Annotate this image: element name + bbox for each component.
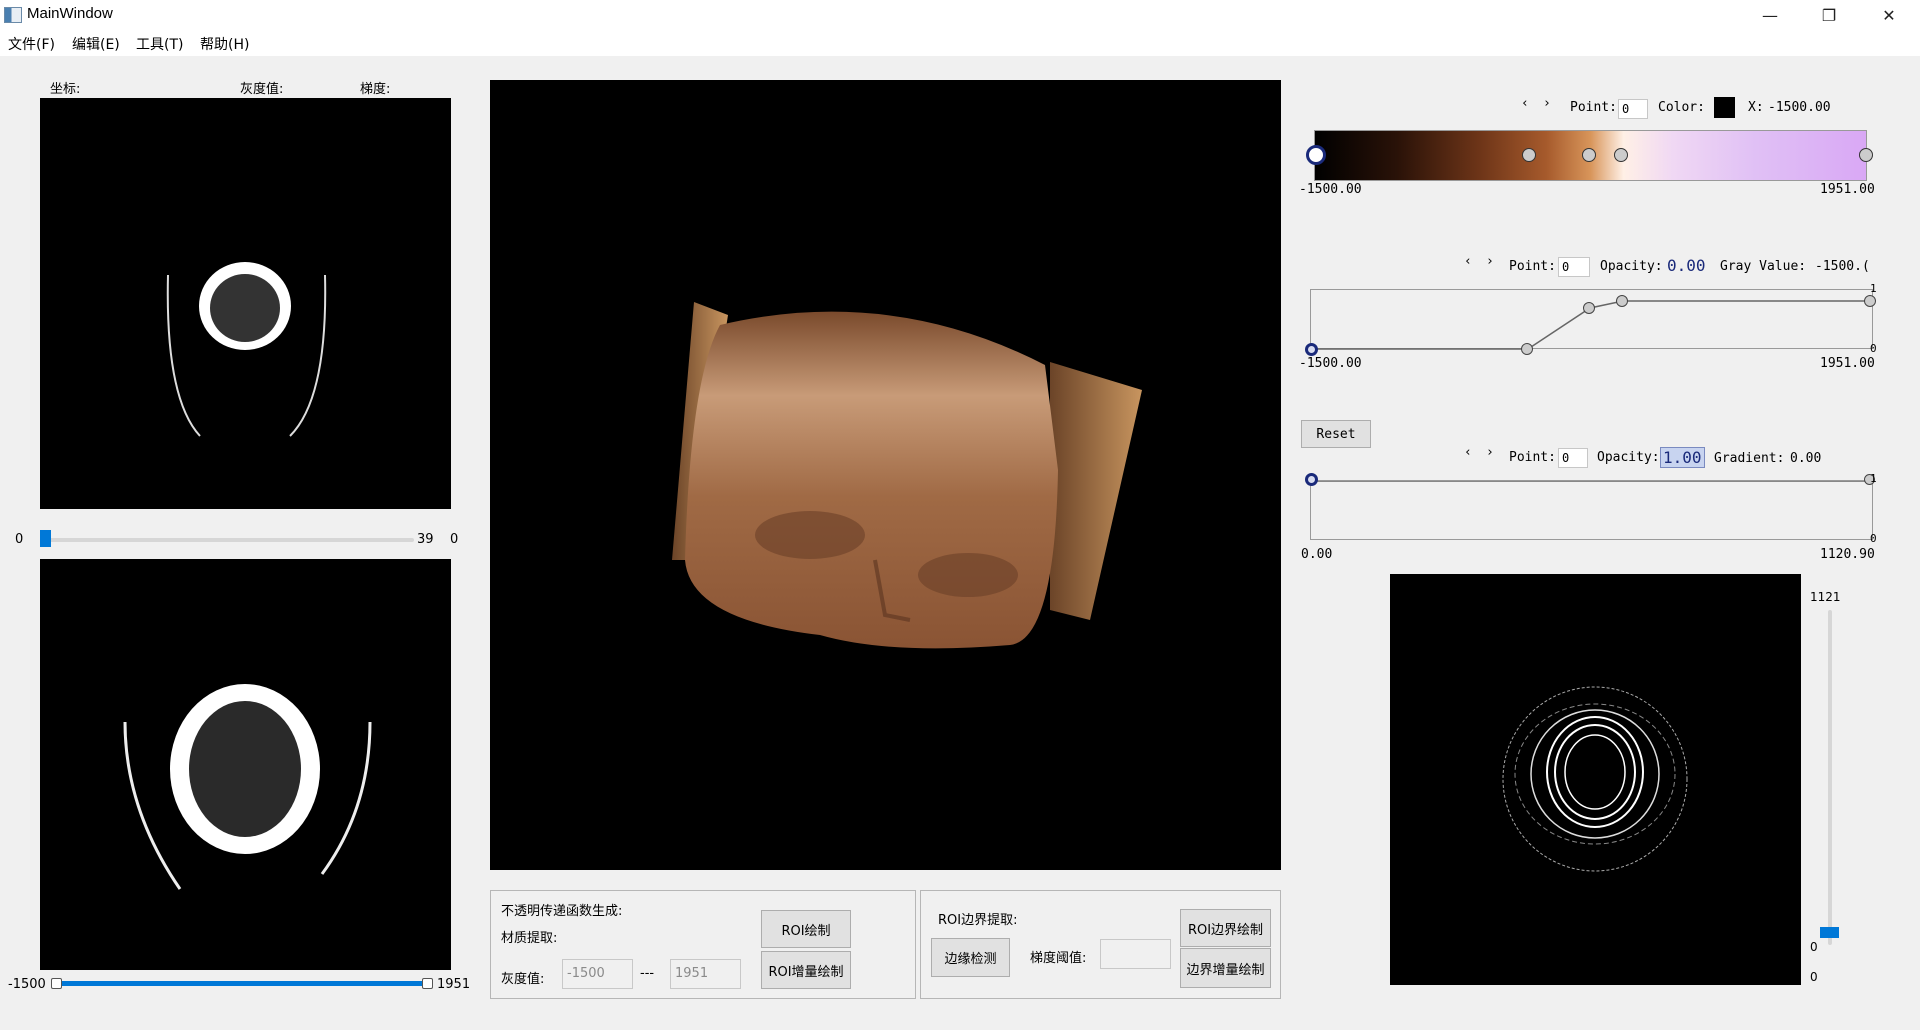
gray-max-input[interactable]: 1951 bbox=[670, 959, 741, 989]
gradient-threshold-input[interactable] bbox=[1100, 939, 1171, 969]
edge-detection-view[interactable] bbox=[1390, 574, 1801, 985]
opacity-group-title: 不透明传递函数生成: bbox=[501, 904, 623, 919]
range-separator: --- bbox=[640, 966, 655, 981]
material-extract-label: 材质提取: bbox=[501, 931, 558, 946]
menu-tools[interactable]: 工具(T) bbox=[136, 34, 183, 54]
color-prev-button[interactable]: ‹ bbox=[1521, 96, 1529, 111]
right-slider-min: 0 bbox=[1810, 970, 1818, 984]
opacity-value[interactable]: 0.00 bbox=[1667, 256, 1706, 275]
slice-slider-handle[interactable] bbox=[40, 530, 51, 547]
gray-value-label: 灰度值: bbox=[240, 82, 284, 97]
gradient-node-0[interactable] bbox=[1305, 473, 1318, 486]
color-node-2[interactable] bbox=[1582, 148, 1596, 162]
gray-min-input[interactable]: -1500 bbox=[562, 959, 633, 989]
boundary-group-title: ROI边界提取: bbox=[938, 913, 1018, 928]
opacity-node-0[interactable] bbox=[1305, 343, 1318, 356]
gradient-max-label: 1120.90 bbox=[1820, 547, 1875, 562]
color-max-label: 1951.00 bbox=[1820, 182, 1875, 197]
gradient-threshold-label: 梯度阈值: bbox=[1030, 951, 1087, 966]
gradient-min-label: 0.00 bbox=[1301, 547, 1333, 562]
gradient-next-button[interactable]: › bbox=[1486, 445, 1494, 460]
maximize-button[interactable]: ❐ bbox=[1806, 0, 1852, 30]
app-icon bbox=[4, 7, 22, 23]
gradient-point-spinbox[interactable]: 0 bbox=[1558, 448, 1588, 468]
close-button[interactable]: ✕ bbox=[1866, 0, 1912, 30]
range-slider-max: 1951 bbox=[437, 977, 471, 992]
gradient-label: Gradient: bbox=[1714, 451, 1785, 466]
color-node-4[interactable] bbox=[1859, 148, 1873, 162]
color-next-button[interactable]: › bbox=[1543, 96, 1551, 111]
slice-slider-track[interactable] bbox=[44, 538, 414, 542]
opacity-node-3[interactable] bbox=[1616, 295, 1628, 307]
menu-bar: 文件(F) 编辑(E) 工具(T) 帮助(H) bbox=[0, 30, 1920, 56]
color-node-0[interactable] bbox=[1306, 145, 1326, 165]
gradient-opacity-label: Opacity: bbox=[1597, 450, 1660, 465]
opacity-next-button[interactable]: › bbox=[1486, 254, 1494, 269]
opacity-gray-value: -1500.( bbox=[1815, 259, 1870, 274]
opacity-y-bottom: 0 bbox=[1870, 342, 1877, 355]
roi-draw-button[interactable]: ROI绘制 bbox=[761, 910, 851, 948]
range-slider-min: -1500 bbox=[8, 977, 46, 992]
axial-slice-view-bottom[interactable] bbox=[40, 559, 451, 970]
opacity-max-label: 1951.00 bbox=[1820, 356, 1875, 371]
color-node-1[interactable] bbox=[1522, 148, 1536, 162]
range-slider-max-handle[interactable] bbox=[422, 978, 433, 989]
opacity-y-top: 1 bbox=[1870, 282, 1877, 295]
opacity-point-label: Point: bbox=[1509, 259, 1556, 274]
opacity-curve-editor[interactable] bbox=[1310, 289, 1873, 350]
right-slider-handle[interactable] bbox=[1820, 927, 1839, 938]
edge-detect-button[interactable]: 边缘检测 bbox=[931, 938, 1010, 977]
color-x-value: -1500.00 bbox=[1768, 100, 1831, 115]
menu-edit[interactable]: 编辑(E) bbox=[72, 34, 120, 54]
minimize-button[interactable]: — bbox=[1747, 0, 1793, 30]
reset-button[interactable]: Reset bbox=[1301, 420, 1371, 448]
right-slider-track[interactable] bbox=[1828, 610, 1832, 945]
roi-boundary-draw-button[interactable]: ROI边界绘制 bbox=[1180, 909, 1271, 947]
color-x-label: X: bbox=[1748, 100, 1764, 115]
gradient-prev-button[interactable]: ‹ bbox=[1464, 445, 1472, 460]
roi-incremental-draw-button[interactable]: ROI增量绘制 bbox=[761, 951, 851, 989]
gradient-opacity-value[interactable]: 1.00 bbox=[1660, 447, 1705, 468]
right-slider-value: 0 bbox=[1810, 940, 1818, 954]
gradient-value: 0.00 bbox=[1790, 451, 1822, 466]
opacity-node-2[interactable] bbox=[1583, 302, 1595, 314]
gradient-y-bottom: 0 bbox=[1870, 532, 1877, 545]
right-slider-max: 1121 bbox=[1810, 590, 1841, 604]
opacity-prev-button[interactable]: ‹ bbox=[1464, 254, 1472, 269]
window-title: MainWindow bbox=[27, 5, 113, 22]
range-slider-min-handle[interactable] bbox=[51, 978, 62, 989]
slice-slider-value: 0 bbox=[450, 532, 459, 547]
title-bar: MainWindow — ❐ ✕ bbox=[0, 0, 1920, 30]
volume-render-view[interactable] bbox=[490, 80, 1281, 870]
color-node-3[interactable] bbox=[1614, 148, 1628, 162]
opacity-node-1[interactable] bbox=[1521, 343, 1533, 355]
gradient-label: 梯度: bbox=[360, 82, 391, 97]
opacity-label: Opacity: bbox=[1600, 259, 1663, 274]
color-point-spinbox[interactable]: 0 bbox=[1618, 99, 1648, 119]
opacity-point-spinbox[interactable]: 0 bbox=[1558, 257, 1590, 277]
range-slider-track[interactable] bbox=[56, 981, 429, 986]
color-point-label: Point: bbox=[1570, 100, 1617, 115]
coord-label: 坐标: bbox=[50, 82, 81, 97]
gradient-y-top: 1 bbox=[1870, 472, 1877, 485]
boundary-incremental-draw-button[interactable]: 边界增量绘制 bbox=[1180, 948, 1271, 988]
opacity-gray-label: Gray Value: bbox=[1720, 259, 1807, 274]
slice-slider-min: 0 bbox=[15, 532, 24, 547]
opacity-node-4[interactable] bbox=[1864, 295, 1876, 307]
gradient-curve-editor[interactable] bbox=[1310, 480, 1873, 540]
gradient-point-label: Point: bbox=[1509, 450, 1556, 465]
menu-help[interactable]: 帮助(H) bbox=[200, 34, 249, 54]
color-label: Color: bbox=[1658, 100, 1705, 115]
axial-slice-view-top[interactable] bbox=[40, 98, 451, 509]
color-min-label: -1500.00 bbox=[1299, 182, 1362, 197]
gray-range-label: 灰度值: bbox=[501, 972, 545, 987]
color-swatch[interactable] bbox=[1714, 97, 1735, 118]
opacity-min-label: -1500.00 bbox=[1299, 356, 1362, 371]
slice-slider-max: 39 bbox=[417, 532, 434, 547]
menu-file[interactable]: 文件(F) bbox=[8, 34, 55, 54]
